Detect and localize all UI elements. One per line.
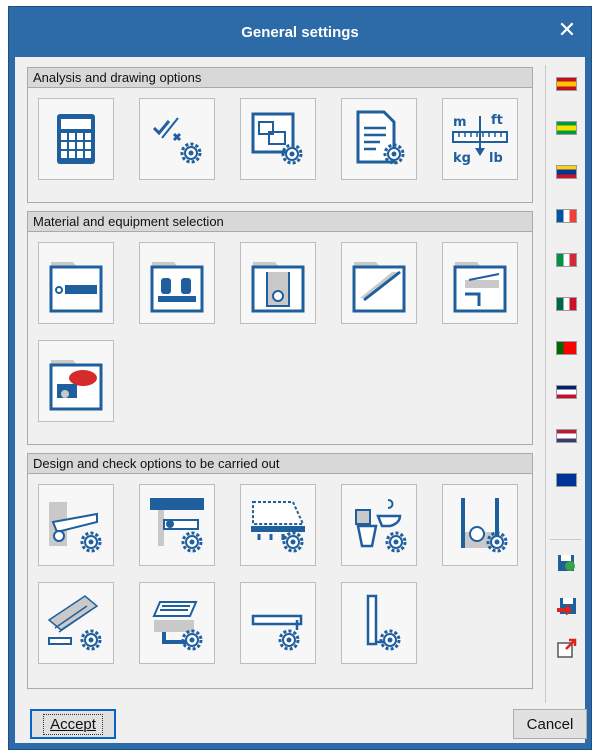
drawing-layout-gear-icon <box>251 112 303 165</box>
accept-button[interactable]: Accept <box>30 709 116 739</box>
calculator-icon <box>57 114 95 164</box>
settings-tile-drawing-layout-gear[interactable] <box>240 98 316 180</box>
settings-tile-sanitary-fixtures-gear[interactable] <box>341 484 417 566</box>
colombia-flag-icon[interactable] <box>556 165 577 179</box>
settings-tile-slab-hangers-gear[interactable] <box>240 484 316 566</box>
settings-tile-roof-gutter-gear[interactable] <box>38 582 114 664</box>
settings-tile-grated-drain-gear[interactable] <box>139 582 215 664</box>
brazil-flag-icon[interactable] <box>556 121 577 135</box>
settings-tile-folder-manhole[interactable] <box>240 242 316 324</box>
import-settings-icon[interactable] <box>556 551 577 572</box>
folder-drain-icon <box>453 262 507 313</box>
settings-tile-pipe-wall-gear[interactable] <box>38 484 114 566</box>
settings-tile-manhole-gear[interactable] <box>442 484 518 566</box>
settings-tile-units-m-ft-kg-lb[interactable]: m ft kg lb <box>442 98 518 180</box>
eu-flag-icon[interactable] <box>556 473 577 487</box>
svg-text:ft: ft <box>491 113 503 128</box>
pipe-wall-gear-icon <box>49 502 102 553</box>
svg-text:kg: kg <box>453 151 471 166</box>
close-icon[interactable]: ✕ <box>555 20 579 44</box>
document-gear-icon <box>356 110 405 165</box>
check-cross-gear-icon <box>152 117 202 164</box>
ceiling-pipe-gear-icon <box>150 498 204 553</box>
group-header: Design and check options to be carried o… <box>28 454 532 474</box>
dialog-body: Analysis and drawing options m ft kg lb Mat… <box>15 57 587 743</box>
svg-text:m: m <box>453 115 467 130</box>
slab-hangers-gear-icon <box>251 501 305 553</box>
language-sidebar <box>545 65 585 703</box>
group-header: Material and equipment selection <box>28 212 532 232</box>
settings-tile-horizontal-pipe-gear[interactable] <box>240 582 316 664</box>
vertical-pipe-gear-icon <box>366 594 401 651</box>
folder-manhole-icon <box>251 262 305 313</box>
mexico-flag-icon[interactable] <box>556 297 577 311</box>
settings-tile-folder-drain[interactable] <box>442 242 518 324</box>
folder-gutter-icon <box>352 262 406 313</box>
settings-tile-vertical-pipe-gear[interactable] <box>341 582 417 664</box>
folder-fixtures-icon <box>150 262 204 313</box>
portugal-flag-icon[interactable] <box>556 341 577 355</box>
cancel-button[interactable]: Cancel <box>513 709 587 739</box>
settings-tile-check-cross-gear[interactable] <box>139 98 215 180</box>
design-check-group: Design and check options to be carried o… <box>27 453 533 689</box>
grated-drain-gear-icon <box>152 601 203 651</box>
analysis-drawing-group: Analysis and drawing options m ft kg lb <box>27 67 533 203</box>
settings-tile-folder-fixtures[interactable] <box>139 242 215 324</box>
export-settings-icon[interactable] <box>556 594 577 616</box>
settings-tile-ceiling-pipe-gear[interactable] <box>139 484 215 566</box>
horizontal-pipe-gear-icon <box>251 614 303 651</box>
settings-tile-calculator[interactable] <box>38 98 114 180</box>
material-equipment-group: Material and equipment selection <box>27 211 533 445</box>
sanitary-fixtures-gear-icon <box>355 499 407 553</box>
folder-pump-brand-icon <box>49 360 103 411</box>
settings-tile-folder-pipe[interactable] <box>38 242 114 324</box>
open-external-icon[interactable] <box>556 637 577 658</box>
sidebar-separator <box>550 539 582 540</box>
group-header: Analysis and drawing options <box>28 68 532 88</box>
uk-flag-icon[interactable] <box>556 385 577 399</box>
svg-text:lb: lb <box>489 151 503 166</box>
italy-flag-icon[interactable] <box>556 253 577 267</box>
settings-tile-document-gear[interactable] <box>341 98 417 180</box>
title-bar: General settings ✕ <box>9 7 591 57</box>
france-flag-icon[interactable] <box>556 209 577 223</box>
units-m-ft-kg-lb-icon: m ft kg lb <box>452 113 508 166</box>
usa-flag-icon[interactable] <box>556 429 577 443</box>
general-settings-window: General settings ✕ Analysis and drawing … <box>8 6 592 750</box>
manhole-gear-icon <box>461 498 508 553</box>
settings-tile-folder-gutter[interactable] <box>341 242 417 324</box>
settings-tile-folder-pump-brand[interactable] <box>38 340 114 422</box>
spain-flag-icon[interactable] <box>556 77 577 91</box>
roof-gutter-gear-icon <box>47 595 102 651</box>
window-title: General settings <box>241 23 359 41</box>
folder-pipe-icon <box>49 262 103 313</box>
